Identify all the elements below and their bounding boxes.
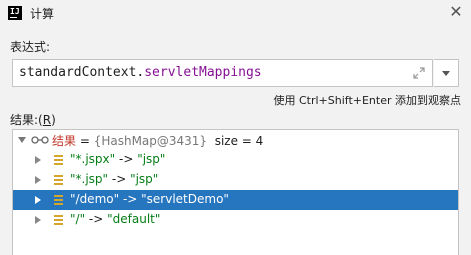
expand-icon[interactable] — [35, 176, 41, 184]
entry-value: "servletDemo" — [141, 192, 229, 206]
intellij-logo-icon: IJ — [8, 6, 22, 20]
tree-entry-row[interactable]: "*.jsp" -> "jsp" — [13, 170, 458, 190]
field-icon — [54, 155, 63, 165]
collapse-icon[interactable] — [18, 137, 26, 143]
entry-value: "jsp" — [137, 152, 166, 166]
expression-field: servletMappings — [144, 65, 262, 80]
root-eq: = — [76, 134, 94, 148]
tree-entry-row-selected[interactable]: "/demo" -> "servletDemo" — [13, 190, 458, 210]
root-type: {HashMap@3431} — [93, 134, 208, 148]
root-label: 结果 = {HashMap@3431} size = 4 — [52, 132, 263, 149]
entry-label: "*.jsp" -> "jsp" — [70, 172, 158, 186]
title-bar: IJ 计算 ✕ — [0, 0, 471, 27]
result-label: 结果:(R) — [10, 111, 56, 128]
entry-arrow: -> — [85, 212, 108, 226]
entry-key: "*.jspx" — [70, 152, 116, 166]
history-dropdown-button[interactable] — [434, 59, 459, 87]
entry-key: "/" — [70, 212, 86, 226]
field-icon — [54, 175, 63, 185]
expand-icon[interactable] — [35, 196, 41, 204]
root-name: 结果 — [52, 134, 77, 148]
result-label-prefix: 结果:( — [10, 113, 43, 127]
expression-object: standardContext — [19, 65, 137, 80]
entry-arrow: -> — [115, 152, 138, 166]
entry-label: "/demo" -> "servletDemo" — [70, 192, 229, 206]
entry-key: "/demo" — [70, 192, 120, 206]
entry-arrow: -> — [119, 192, 142, 206]
watch-glasses-icon — [31, 136, 49, 144]
expand-icon[interactable] — [35, 216, 41, 224]
entry-value: "default" — [107, 212, 161, 226]
result-label-mnemonic: R — [42, 113, 52, 127]
expand-icon[interactable] — [35, 156, 41, 164]
expand-editor-icon[interactable] — [412, 66, 426, 80]
field-icon — [54, 215, 63, 225]
result-label-suffix: ) — [51, 113, 56, 127]
chevron-down-icon — [442, 71, 450, 76]
add-watch-hint: 使用 Ctrl+Shift+Enter 添加到观察点 — [273, 94, 461, 107]
expression-text[interactable]: standardContext.servletMappings — [19, 65, 262, 80]
field-icon — [54, 195, 63, 205]
tree-entry-row[interactable]: "*.jspx" -> "jsp" — [13, 150, 458, 170]
entry-label: "/" -> "default" — [70, 212, 160, 226]
result-tree[interactable]: 结果 = {HashMap@3431} size = 4 "*.jspx" ->… — [12, 129, 459, 255]
entry-value: "jsp" — [130, 172, 159, 186]
entry-key: "*.jsp" — [70, 172, 109, 186]
tree-root-row[interactable]: 结果 = {HashMap@3431} size = 4 — [13, 130, 458, 150]
close-icon[interactable]: ✕ — [447, 3, 465, 21]
app-icon-text: IJ — [10, 7, 20, 16]
root-size: size = 4 — [207, 134, 264, 148]
entry-arrow: -> — [108, 172, 131, 186]
entry-label: "*.jspx" -> "jsp" — [70, 152, 165, 166]
tree-entry-row[interactable]: "/" -> "default" — [13, 210, 458, 230]
expression-label: 表达式: — [10, 40, 51, 54]
window-title: 计算 — [30, 7, 55, 21]
expression-input[interactable]: standardContext.servletMappings — [12, 59, 433, 87]
